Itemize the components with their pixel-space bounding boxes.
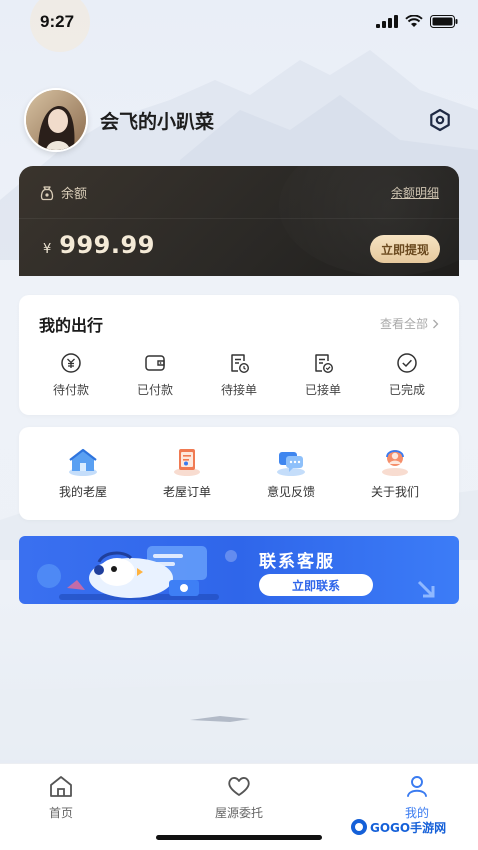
heart-icon xyxy=(228,777,250,796)
view-all-link[interactable]: 查看全部 xyxy=(380,315,439,332)
user-icon xyxy=(407,776,427,797)
status-icons xyxy=(376,15,458,28)
trips-title: 我的出行 xyxy=(39,316,104,335)
service-feedback[interactable]: 意见反馈 xyxy=(246,445,336,500)
home-indicator xyxy=(156,835,322,840)
balance-label: 余额 xyxy=(61,187,88,202)
awaiting-order-icon xyxy=(231,354,250,374)
banner-title: 联系客服 xyxy=(259,552,335,572)
service-label: 我的老屋 xyxy=(58,485,107,499)
balance-amount-row: ¥ 999.99 xyxy=(43,231,155,259)
battery-icon xyxy=(430,15,458,28)
balance-label-row: 余额 xyxy=(39,183,87,202)
about-icon xyxy=(382,450,408,476)
service-label: 老屋订单 xyxy=(162,485,211,499)
balance-card: 余额 余额明细 ¥ 999.99 立即提现 xyxy=(19,166,459,276)
pending-payment-icon xyxy=(61,353,81,373)
feedback-icon xyxy=(277,452,305,476)
chevron-right-icon xyxy=(433,319,439,328)
tab-label: 屋源委托 xyxy=(214,806,263,820)
contact-now-button[interactable]: 立即联系 xyxy=(259,574,373,596)
trip-item-accepted-order[interactable]: 已接单 xyxy=(281,350,365,398)
tab-listing-entrust[interactable]: 屋源委托 xyxy=(194,774,284,821)
currency-symbol: ¥ xyxy=(43,242,52,257)
trip-item-label: 待付款 xyxy=(52,383,89,397)
order-icon xyxy=(174,449,200,476)
tab-mine[interactable]: 我的 xyxy=(372,774,462,821)
watermark-logo: GOGO手游网 xyxy=(350,818,446,836)
accepted-order-icon xyxy=(315,354,334,374)
trip-item-label: 已完成 xyxy=(388,383,425,397)
settings-icon xyxy=(430,108,450,132)
service-label: 意见反馈 xyxy=(266,485,315,499)
balance-detail-link[interactable]: 余额明细 xyxy=(391,184,439,201)
trip-item-pending-payment[interactable]: 待付款 xyxy=(29,350,113,398)
balance-amount: 999.99 xyxy=(59,231,155,259)
services-card: 我的老屋 老屋订单 意见反馈 关于我们 xyxy=(19,427,459,520)
service-house-order[interactable]: 老屋订单 xyxy=(142,445,232,500)
home-icon xyxy=(50,776,72,797)
my-trips-card: 我的出行 查看全部 待付款 已付款 待接单 已接单 已完成 xyxy=(19,295,459,415)
trip-item-awaiting-order[interactable]: 待接单 xyxy=(197,350,281,398)
contact-support-banner[interactable]: 联系客服 立即联系 xyxy=(19,536,459,604)
house-icon xyxy=(69,448,97,476)
settings-button[interactable] xyxy=(426,106,454,134)
service-about-us[interactable]: 关于我们 xyxy=(350,445,440,500)
trip-item-paid[interactable]: 已付款 xyxy=(113,350,197,398)
withdraw-button[interactable]: 立即提现 xyxy=(369,235,440,263)
watermark-text: GOGO手游网 xyxy=(370,820,447,835)
profile-header: 会飞的小趴菜 xyxy=(24,88,454,152)
view-all-label: 查看全部 xyxy=(379,317,428,331)
trip-item-completed[interactable]: 已完成 xyxy=(365,350,449,398)
wifi-icon xyxy=(405,15,423,27)
username: 会飞的小趴菜 xyxy=(100,110,215,133)
tab-home[interactable]: 首页 xyxy=(16,774,106,821)
avatar[interactable] xyxy=(24,88,88,152)
service-my-house[interactable]: 我的老屋 xyxy=(38,445,128,500)
wallet-bag-icon xyxy=(40,185,54,200)
watermark-icon xyxy=(351,819,367,835)
tab-label: 首页 xyxy=(48,806,73,820)
service-label: 关于我们 xyxy=(370,485,419,499)
signal-icon xyxy=(376,15,398,28)
status-bar: 9:27 xyxy=(0,0,478,44)
support-illustration xyxy=(37,546,237,600)
trip-item-label: 已接单 xyxy=(304,383,341,397)
trip-item-label: 已付款 xyxy=(136,383,173,397)
status-time: 9:27 xyxy=(40,12,75,31)
paid-icon xyxy=(145,355,165,371)
completed-icon xyxy=(397,353,417,373)
trip-item-label: 待接单 xyxy=(220,383,257,397)
arrow-decoration-icon xyxy=(417,580,435,598)
